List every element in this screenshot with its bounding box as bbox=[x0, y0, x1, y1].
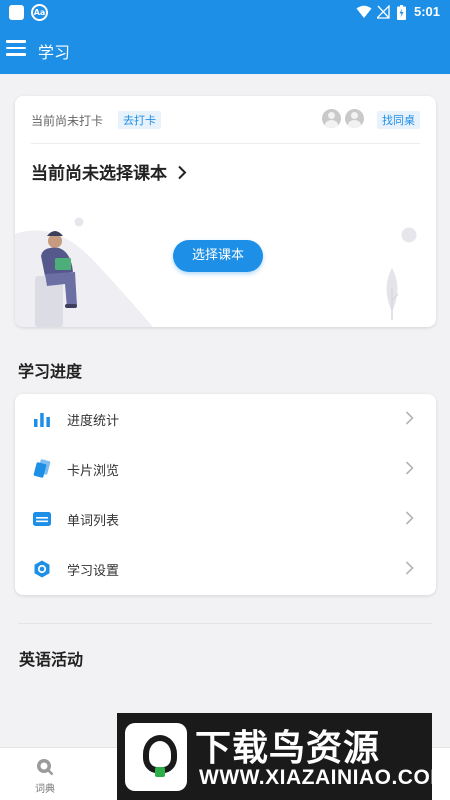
progress-section-title: 学习进度 bbox=[18, 362, 83, 381]
bar-chart-icon bbox=[34, 413, 50, 427]
chevron-right-icon bbox=[405, 461, 414, 475]
list-item-label: 进度统计 bbox=[67, 414, 120, 429]
nav-dictionary[interactable]: 词典 bbox=[0, 748, 90, 800]
textbook-status-text: 当前尚未选择课本 bbox=[31, 164, 167, 184]
app-bar: 学习 bbox=[0, 26, 450, 74]
checkin-button[interactable]: 去打卡 bbox=[118, 111, 161, 129]
find-deskmate-button[interactable]: 找同桌 bbox=[377, 111, 420, 129]
menu-button[interactable] bbox=[6, 40, 26, 58]
card-browse-item[interactable]: 卡片浏览 bbox=[15, 444, 436, 494]
watermark-brand: 下载鸟资源 bbox=[195, 728, 381, 769]
study-settings-item[interactable]: 学习设置 bbox=[15, 544, 436, 594]
divider bbox=[31, 143, 420, 144]
status-time: 5:01 bbox=[413, 4, 440, 19]
watermark-banner: 下载鸟资源 WWW.XIAZAINIAO.COM bbox=[117, 713, 448, 800]
list-item-label: 卡片浏览 bbox=[67, 464, 120, 479]
textbook-status[interactable]: 当前尚未选择课本 bbox=[31, 159, 187, 184]
avatar bbox=[322, 109, 341, 128]
divider bbox=[18, 623, 432, 624]
cards-icon bbox=[33, 459, 51, 478]
watermark-url: WWW.XIAZAINIAO.COM bbox=[199, 766, 449, 789]
progress-list: 进度统计 卡片浏览 单词列表 学习设置 bbox=[15, 394, 436, 595]
word-list-item[interactable]: 单词列表 bbox=[15, 494, 436, 544]
progress-stats-item[interactable]: 进度统计 bbox=[15, 394, 436, 444]
watermark-logo bbox=[125, 723, 187, 791]
nav-label: 词典 bbox=[35, 784, 55, 795]
chevron-right-icon bbox=[405, 561, 414, 575]
battery-charging-icon bbox=[397, 5, 406, 20]
dictionary-notification-icon: Aa bbox=[31, 4, 48, 21]
activity-section-title: 英语活动 bbox=[19, 650, 84, 669]
chevron-right-icon bbox=[405, 411, 414, 425]
chevron-right-icon bbox=[178, 165, 187, 180]
wifi-icon bbox=[356, 5, 372, 18]
avatar bbox=[345, 109, 364, 128]
signal-off-icon bbox=[377, 5, 390, 19]
settings-hex-icon bbox=[34, 560, 50, 578]
notification-app-icon bbox=[9, 5, 24, 20]
menu-icon bbox=[6, 40, 26, 43]
list-item-label: 单词列表 bbox=[67, 514, 120, 529]
page-title: 学习 bbox=[38, 43, 71, 62]
checkin-card: 当前尚未打卡 去打卡 找同桌 当前尚未选择课本 选择课本 bbox=[15, 96, 436, 327]
chevron-right-icon bbox=[405, 511, 414, 525]
word-list-icon bbox=[33, 512, 51, 526]
select-textbook-button[interactable]: 选择课本 bbox=[173, 240, 263, 272]
checkin-status-text: 当前尚未打卡 bbox=[31, 114, 104, 128]
list-item-label: 学习设置 bbox=[67, 564, 120, 579]
search-icon bbox=[37, 759, 54, 776]
status-bar: Aa 5:01 bbox=[0, 0, 450, 26]
